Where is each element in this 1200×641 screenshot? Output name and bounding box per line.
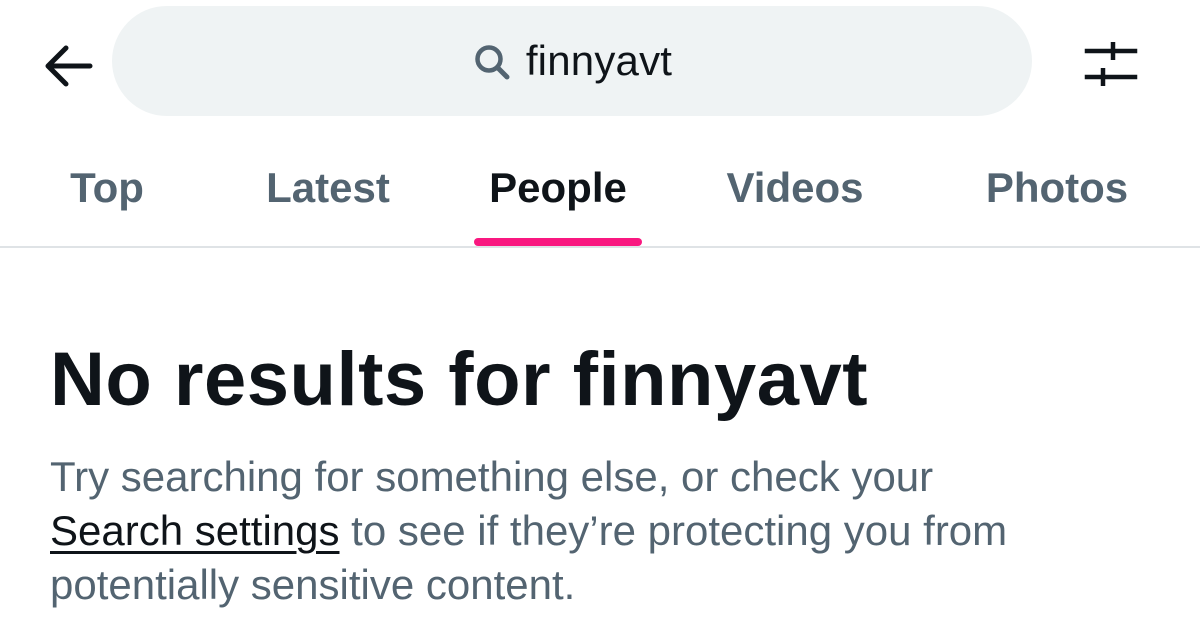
sliders-icon bbox=[1084, 42, 1138, 86]
empty-state: No results for finnyavt Try searching fo… bbox=[50, 330, 1160, 612]
tab-label: Videos bbox=[726, 164, 864, 211]
tab-people[interactable]: People bbox=[468, 130, 648, 246]
empty-state-text: Try searching for something else, or che… bbox=[50, 453, 934, 500]
tab-photos[interactable]: Photos bbox=[966, 130, 1148, 246]
active-tab-indicator bbox=[474, 238, 642, 246]
tab-latest[interactable]: Latest bbox=[240, 130, 416, 246]
search-tabs: Top Latest People Videos Photos bbox=[0, 130, 1200, 248]
tab-label: Latest bbox=[266, 164, 390, 211]
search-filter-button[interactable] bbox=[1076, 32, 1146, 96]
tab-top[interactable]: Top bbox=[40, 130, 174, 246]
tab-label: Photos bbox=[985, 164, 1129, 211]
tab-label: People bbox=[489, 164, 627, 211]
tab-label: Top bbox=[70, 164, 144, 211]
back-button[interactable] bbox=[36, 36, 100, 96]
tab-videos[interactable]: Videos bbox=[708, 130, 882, 246]
search-header: finnyavt bbox=[0, 0, 1200, 130]
arrow-left-icon bbox=[45, 45, 93, 87]
search-input[interactable]: finnyavt bbox=[112, 6, 1032, 116]
empty-state-message: Try searching for something else, or che… bbox=[50, 450, 1160, 612]
search-query-text: finnyavt bbox=[525, 37, 673, 84]
empty-state-title: No results for finnyavt bbox=[50, 337, 869, 422]
search-settings-link[interactable]: Search settings bbox=[50, 507, 340, 554]
search-icon bbox=[472, 42, 512, 82]
